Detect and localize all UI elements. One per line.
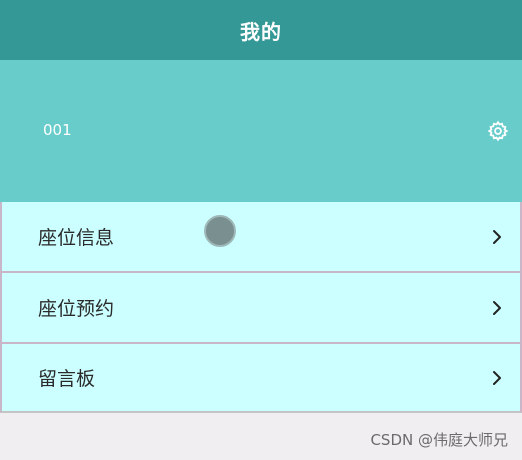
menu-item-message-board[interactable]: 留言板 [0, 344, 522, 413]
menu-item-seat-reservation[interactable]: 座位预约 [0, 273, 522, 344]
profile-banner: 001 [0, 60, 522, 202]
menu-item-seat-info[interactable]: 座位信息 [0, 202, 522, 273]
settings-button[interactable] [487, 120, 509, 142]
title-bar: 我的 [0, 0, 522, 60]
chevron-right-icon [490, 369, 504, 387]
gear-icon [487, 120, 509, 142]
touch-cursor-indicator [204, 215, 236, 247]
chevron-right-icon [490, 228, 504, 246]
page-title: 我的 [240, 19, 282, 44]
user-id-label: 001 [43, 121, 72, 139]
chevron-right-icon [490, 299, 504, 317]
menu-item-label: 座位预约 [38, 298, 115, 320]
menu-item-label: 留言板 [38, 368, 96, 390]
menu-list: 座位信息 座位预约 留言板 [0, 202, 522, 413]
app-screen: 我的 001 座位信息 座位预约 留言板 CSDN @伟庭大师兄 [0, 0, 522, 460]
watermark-text: CSDN @伟庭大师兄 [370, 431, 508, 449]
menu-item-label: 座位信息 [38, 227, 115, 249]
